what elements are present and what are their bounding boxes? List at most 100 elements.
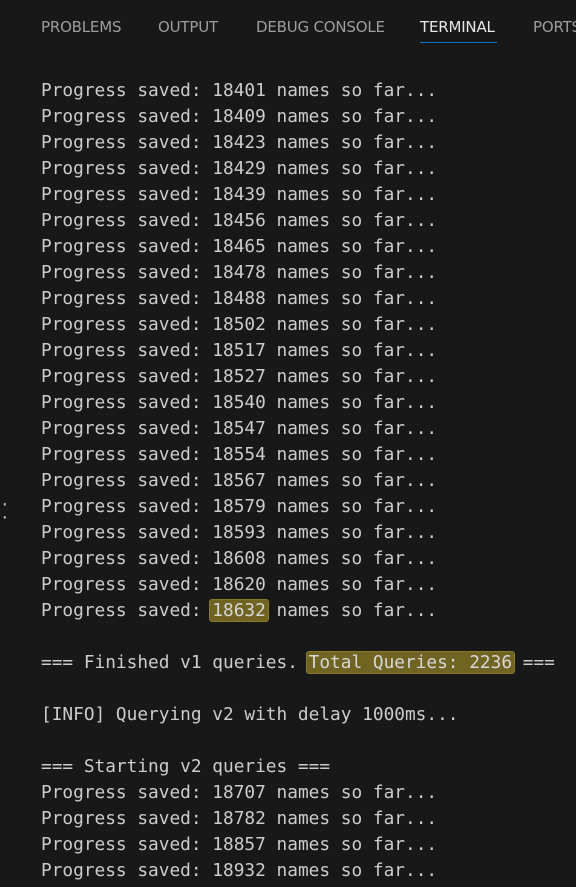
- terminal-text: Progress saved:: [41, 132, 213, 153]
- terminal-value: 18579: [212, 496, 266, 517]
- terminal-text: names so far...: [265, 184, 438, 205]
- terminal-line: Progress saved: 18478 names so far...: [41, 260, 437, 286]
- terminal-line: Progress saved: 18540 names so far...: [41, 390, 437, 416]
- terminal-value: 18478: [212, 262, 266, 283]
- terminal-text: names so far...: [265, 288, 438, 309]
- terminal-value: 18567: [212, 470, 266, 491]
- terminal-line: Progress saved: 18465 names so far...: [41, 234, 437, 260]
- terminal-line: Progress saved: 18782 names so far...: [41, 806, 437, 832]
- terminal-value: 18456: [212, 210, 266, 231]
- terminal-text: Progress saved:: [41, 392, 213, 413]
- terminal-line: Progress saved: 18409 names so far...: [41, 104, 437, 130]
- terminal-text: Progress saved:: [41, 210, 213, 231]
- terminal-text: names so far...: [265, 808, 438, 829]
- tab-debug-console[interactable]: DEBUG CONSOLE: [256, 18, 385, 36]
- terminal-line: Progress saved: 18620 names so far...: [41, 572, 437, 598]
- terminal-text: Progress saved:: [41, 470, 213, 491]
- terminal-text: names so far...: [265, 548, 438, 569]
- command-decoration-icon[interactable]: · ·: [0, 498, 10, 524]
- terminal-text: names so far...: [265, 574, 438, 595]
- terminal-text: Progress saved:: [41, 106, 213, 127]
- terminal-line: [INFO] Querying v2 with delay 1000ms...: [41, 702, 459, 728]
- terminal-text: === Starting v2 queries ===: [41, 756, 331, 777]
- terminal-value: 18439: [212, 184, 266, 205]
- terminal-text: names so far...: [265, 392, 438, 413]
- terminal-line: Progress saved: 18401 names so far...: [41, 78, 437, 104]
- terminal-text: names so far...: [265, 80, 438, 101]
- terminal-text: names so far...: [265, 522, 438, 543]
- terminal-value: 18409: [212, 106, 266, 127]
- terminal-value: 18620: [212, 574, 266, 595]
- tab-terminal[interactable]: TERMINAL: [420, 18, 495, 36]
- terminal-text: names so far...: [265, 496, 438, 517]
- terminal-text: names so far...: [265, 158, 438, 179]
- terminal-text: names so far...: [265, 132, 438, 153]
- terminal-text: Progress saved:: [41, 860, 213, 881]
- terminal-text: Progress saved:: [41, 808, 213, 829]
- terminal-line: Progress saved: 18439 names so far...: [41, 182, 437, 208]
- terminal-text: names so far...: [265, 340, 438, 361]
- terminal-text: Progress saved:: [41, 80, 213, 101]
- terminal-text: Progress saved:: [41, 314, 213, 335]
- terminal-line: === Starting v2 queries ===: [41, 754, 330, 780]
- terminal-line: Progress saved: 18567 names so far...: [41, 468, 437, 494]
- terminal-value: 18608: [212, 548, 266, 569]
- terminal-line: Progress saved: 18593 names so far...: [41, 520, 437, 546]
- terminal-line: Progress saved: 18579 names so far...: [41, 494, 437, 520]
- terminal-text: names so far...: [265, 470, 438, 491]
- terminal-text: names so far...: [265, 262, 438, 283]
- terminal-line: Progress saved: 18554 names so far...: [41, 442, 437, 468]
- terminal-text: Progress saved:: [41, 262, 213, 283]
- terminal-value: 18502: [212, 314, 266, 335]
- tab-ports[interactable]: PORTS: [533, 18, 576, 36]
- terminal-value: 18540: [212, 392, 266, 413]
- terminal-text: names so far...: [265, 418, 438, 439]
- terminal-value: 18593: [212, 522, 266, 543]
- terminal-line: Progress saved: 18527 names so far...: [41, 364, 437, 390]
- terminal-value: 18423: [212, 132, 266, 153]
- terminal-text: Progress saved:: [41, 522, 213, 543]
- search-highlight: 18632: [210, 600, 268, 621]
- terminal-text: Progress saved:: [41, 236, 213, 257]
- terminal-text: Progress saved:: [41, 288, 213, 309]
- terminal-line: Progress saved: 18423 names so far...: [41, 130, 437, 156]
- terminal-line: Progress saved: 18857 names so far...: [41, 832, 437, 858]
- terminal-value: 18429: [212, 158, 266, 179]
- terminal-text: Progress saved:: [41, 548, 213, 569]
- terminal-value: 18857: [212, 834, 266, 855]
- terminal-text: names so far...: [265, 210, 438, 231]
- terminal-text: Progress saved:: [41, 574, 213, 595]
- terminal-text: Progress saved:: [41, 158, 213, 179]
- terminal-text: names so far...: [265, 860, 438, 881]
- terminal-text: Progress saved:: [41, 184, 213, 205]
- panel-tab-bar: PROBLEMS OUTPUT DEBUG CONSOLE TERMINAL P…: [0, 0, 576, 56]
- terminal-text: ===: [512, 652, 555, 673]
- terminal-line: Progress saved: 18547 names so far...: [41, 416, 437, 442]
- terminal-text: Progress saved:: [41, 418, 213, 439]
- terminal-line: Progress saved: 18488 names so far...: [41, 286, 437, 312]
- tab-problems[interactable]: PROBLEMS: [41, 18, 121, 36]
- terminal-text: Progress saved:: [41, 444, 213, 465]
- terminal-line: Progress saved: 18429 names so far...: [41, 156, 437, 182]
- terminal-text: Progress saved:: [41, 834, 213, 855]
- terminal-text: === Finished v1 queries.: [41, 652, 309, 673]
- terminal-text: names so far...: [265, 600, 438, 621]
- terminal-output[interactable]: Progress saved: 18401 names so far... Pro…: [41, 78, 576, 887]
- terminal-value: 18547: [212, 418, 266, 439]
- terminal-line: Progress saved: 18502 names so far...: [41, 312, 437, 338]
- terminal-line: Progress saved: 18456 names so far...: [41, 208, 437, 234]
- terminal-text: Progress saved:: [41, 340, 213, 361]
- terminal-value: 18782: [212, 808, 266, 829]
- terminal-text: names so far...: [265, 782, 438, 803]
- terminal-value: 18465: [212, 236, 266, 257]
- tab-active-underline: [420, 42, 497, 43]
- terminal-text: [INFO] Querying v2 with delay 1000ms...: [41, 704, 459, 725]
- terminal-text: names so far...: [265, 366, 438, 387]
- terminal-value: 18401: [212, 80, 266, 101]
- terminal-value: 18517: [212, 340, 266, 361]
- terminal-text: Progress saved:: [41, 600, 213, 621]
- terminal-line: Progress saved: 18632 names so far...: [41, 598, 437, 624]
- tab-output[interactable]: OUTPUT: [158, 18, 218, 36]
- terminal-line: Progress saved: 18707 names so far...: [41, 780, 437, 806]
- terminal-value: 18488: [212, 288, 266, 309]
